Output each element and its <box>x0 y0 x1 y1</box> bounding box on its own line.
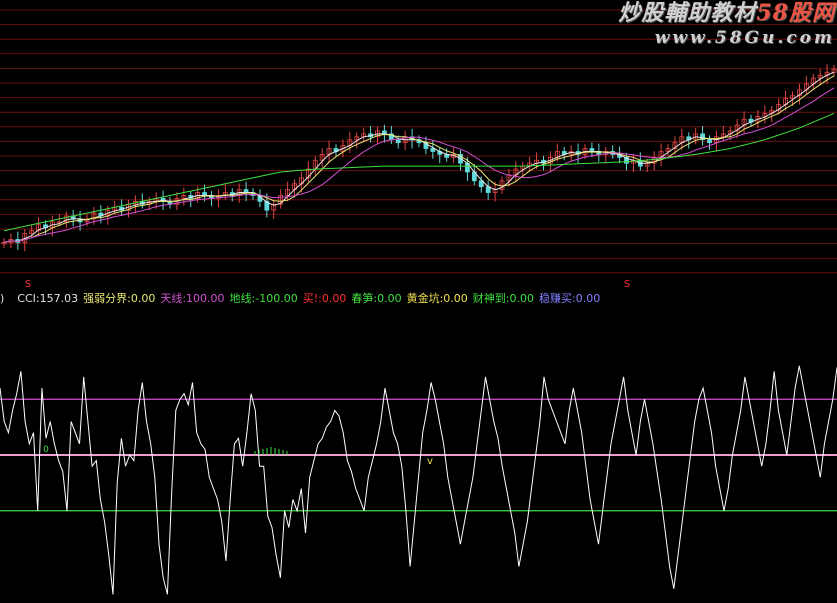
legend-label: 强弱分界: <box>83 292 131 305</box>
legend-value: -100.00 <box>255 292 298 305</box>
watermark-title: 炒股輔助教材 <box>618 0 757 26</box>
legend-label: 天线: <box>160 292 187 305</box>
candle-body <box>707 139 712 144</box>
cci-line <box>0 365 837 595</box>
legend-label: 地线: <box>229 292 256 305</box>
ma-slow-line <box>3 87 835 243</box>
legend-value: 0.00 <box>509 292 535 305</box>
legend-value: 0.00 <box>575 292 601 305</box>
legend-item: CCI: 157.03 <box>17 292 78 305</box>
cci-reference-lines <box>0 398 837 512</box>
sell-marker: S <box>624 279 630 290</box>
candle-body <box>430 148 436 152</box>
watermark-brand: 58股网 <box>756 0 835 26</box>
legend-item: 稳赚买: 0.00 <box>539 290 600 306</box>
legend-item: 春笋: 0.00 <box>351 290 401 306</box>
cci-series <box>0 365 837 595</box>
legend-prefix: ) <box>0 292 5 305</box>
legend-value: 0.00 <box>321 292 347 305</box>
signal-markers: SS <box>25 279 630 290</box>
legend-label: 黄金坑: <box>406 292 444 305</box>
watermark-url: www.58Gu.com <box>654 28 835 48</box>
legend-item: 地线: -100.00 <box>230 290 298 306</box>
indicator-legend: ) CCI: 157.03 强弱分界: 0.00 天线: 100.00 地线: -10… <box>0 290 605 306</box>
legend-item: 财神到: 0.00 <box>473 290 534 306</box>
legend-item: 强弱分界: 0.00 <box>83 290 155 306</box>
legend-value: 0.00 <box>443 292 468 305</box>
legend-label: 春笋: <box>351 292 378 305</box>
sell-marker: S <box>25 279 31 290</box>
legend-value: 157.03 <box>39 292 79 305</box>
legend-label: 买!: <box>302 292 322 305</box>
legend-value: 0.00 <box>377 292 402 305</box>
legend-items: CCI: 157.03 强弱分界: 0.00 天线: 100.00 地线: -100.… <box>17 290 605 306</box>
legend-label: 财神到: <box>472 292 510 305</box>
watermark: 炒股輔助教材58股网 www.58Gu.com <box>600 2 835 47</box>
legend-item: 天线: 100.00 <box>160 290 224 306</box>
gold-pit-signal: v <box>427 456 433 467</box>
legend-item: 买!: 0.00 <box>303 290 347 306</box>
legend-value: 0.00 <box>130 292 156 305</box>
legend-label: CCI: <box>17 292 40 305</box>
candle-body <box>395 139 401 144</box>
candlesticks <box>1 64 837 252</box>
spring-signal: 0 <box>43 445 49 455</box>
legend-value: 100.00 <box>186 292 225 305</box>
legend-label: 稳赚买: <box>539 292 576 305</box>
legend-item: 黄金坑: 0.00 <box>407 290 468 306</box>
